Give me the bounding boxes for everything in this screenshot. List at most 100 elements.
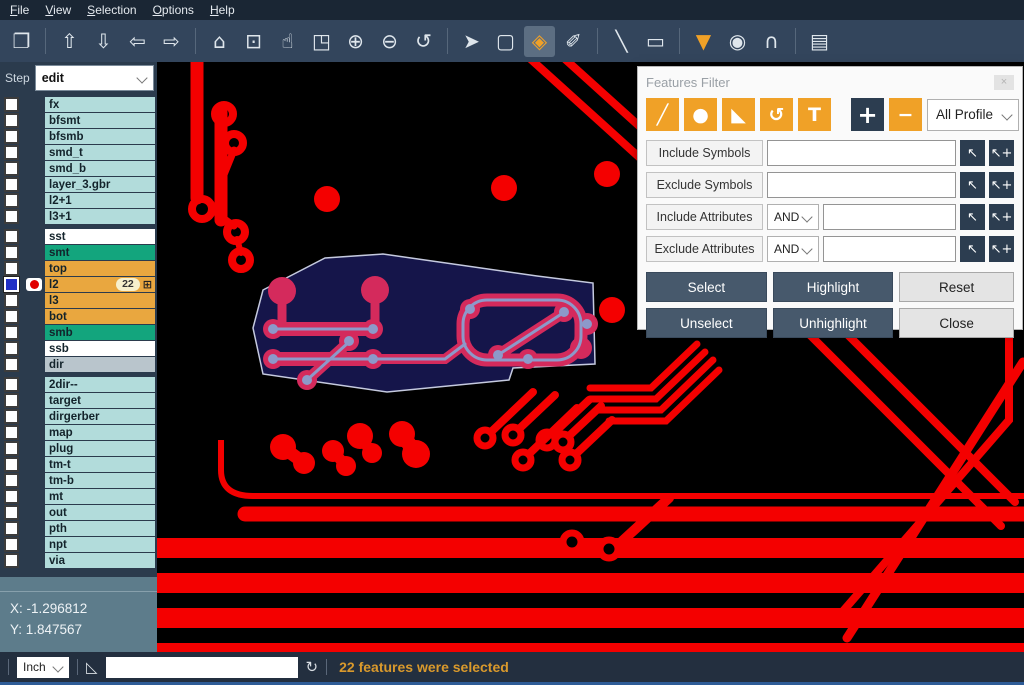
rect-select-icon[interactable]: ▢ (490, 26, 521, 57)
close-icon[interactable]: × (994, 75, 1014, 90)
layer-visibility-checkbox[interactable] (4, 537, 19, 552)
layer-label[interactable]: sst (45, 229, 155, 244)
brush-icon[interactable]: ✐ (558, 26, 589, 57)
layer-label[interactable]: tm-t (45, 457, 155, 472)
remove-filter-button[interactable]: − (889, 98, 922, 131)
pick-from-canvas-button[interactable]: ↖ (960, 236, 985, 262)
report-list-icon[interactable]: ▤ (804, 26, 835, 57)
select-button[interactable]: Select (646, 272, 767, 302)
add-filter-button[interactable]: + (851, 98, 884, 131)
layer-visibility-checkbox[interactable] (4, 425, 19, 440)
close-button[interactable]: Close (899, 308, 1014, 338)
menu-selection[interactable]: Selection (87, 3, 136, 17)
menu-help[interactable]: Help (210, 3, 235, 17)
layer-visibility-checkbox[interactable] (4, 473, 19, 488)
layer-visibility-checkbox[interactable] (4, 393, 19, 408)
layer-label[interactable]: top (45, 261, 155, 276)
layer-row-via[interactable]: via (0, 553, 157, 568)
layer-row-tm-b[interactable]: tm-b (0, 473, 157, 488)
refresh-icon[interactable]: ↻ (306, 658, 319, 676)
layer-label[interactable]: 2dir-- (45, 377, 155, 392)
zoom-in-icon[interactable]: ⊕ (340, 26, 371, 57)
layer-row-sst[interactable]: sst (0, 229, 157, 244)
pan-hand-icon[interactable]: ☝ (272, 26, 303, 57)
layer-row-plug[interactable]: plug (0, 441, 157, 456)
layer-label[interactable]: dir (45, 357, 155, 372)
layer-label[interactable]: plug (45, 441, 155, 456)
pan-down-icon[interactable]: ⇩ (88, 26, 119, 57)
include-attributes-label[interactable]: Include Attributes (646, 204, 763, 230)
pan-left-icon[interactable]: ⇦ (122, 26, 153, 57)
layer-visibility-checkbox[interactable] (4, 293, 19, 308)
layer-visibility-checkbox[interactable] (4, 357, 19, 372)
zoom-reset-icon[interactable]: ↺ (408, 26, 439, 57)
include-symbols-label[interactable]: Include Symbols (646, 140, 763, 166)
include-attributes-input[interactable] (823, 204, 956, 230)
step-select[interactable]: edit (35, 65, 154, 91)
layer-label[interactable]: target (45, 393, 155, 408)
layer-row-dirgerber[interactable]: dirgerber (0, 409, 157, 424)
exclude-symbols-input[interactable] (767, 172, 956, 198)
pick-add-from-canvas-button[interactable]: ↖+ (989, 172, 1014, 198)
layer-visibility-checkbox[interactable] (4, 341, 19, 356)
layer-visibility-checkbox[interactable] (4, 377, 19, 392)
layer-row-bot[interactable]: bot (0, 309, 157, 324)
select-cursor-icon[interactable]: ➤ (456, 26, 487, 57)
layer-row-map[interactable]: map (0, 425, 157, 440)
operator-select[interactable]: AND (767, 204, 819, 230)
layer-visibility-checkbox[interactable] (4, 129, 19, 144)
layer-row-target[interactable]: target (0, 393, 157, 408)
layer-visibility-checkbox[interactable] (4, 229, 19, 244)
layer-label[interactable]: mt (45, 489, 155, 504)
layer-visibility-checkbox[interactable] (4, 441, 19, 456)
feature-type-arc-button[interactable]: ↺ (760, 98, 793, 131)
pick-add-from-canvas-button[interactable]: ↖+ (989, 140, 1014, 166)
menu-file[interactable]: File (10, 3, 29, 17)
layer-visibility-checkbox[interactable] (4, 261, 19, 276)
layer-row-l2[interactable]: l222⊞ (0, 277, 157, 292)
home-view-icon[interactable]: ⌂ (204, 26, 235, 57)
layer-row-tm-t[interactable]: tm-t (0, 457, 157, 472)
layer-visibility-checkbox[interactable] (4, 505, 19, 520)
layer-table-icon[interactable]: ⊞ (143, 278, 152, 291)
feature-type-pad-button[interactable]: ● (684, 98, 717, 131)
net-query-icon[interactable]: ∩ (756, 26, 787, 57)
layer-visibility-checkbox[interactable] (4, 521, 19, 536)
pick-add-from-canvas-button[interactable]: ↖+ (989, 204, 1014, 230)
layer-row-smb[interactable]: smb (0, 325, 157, 340)
profile-select[interactable]: All Profile (927, 99, 1019, 131)
layer-visibility-checkbox[interactable] (4, 309, 19, 324)
layer-row-smd_t[interactable]: smd_t (0, 145, 157, 160)
eye-view-icon[interactable]: ◉ (722, 26, 753, 57)
layer-label[interactable]: dirgerber (45, 409, 155, 424)
layer-visibility-checkbox[interactable] (4, 409, 19, 424)
command-input[interactable] (106, 657, 298, 678)
menu-options[interactable]: Options (153, 3, 194, 17)
pick-from-canvas-button[interactable]: ↖ (960, 172, 985, 198)
selected-region[interactable] (253, 254, 598, 392)
layer-row-l3[interactable]: l3 (0, 293, 157, 308)
layer-label[interactable]: bot (45, 309, 155, 324)
layer-label[interactable]: npt (45, 537, 155, 552)
layer-label[interactable]: map (45, 425, 155, 440)
layer-visibility-checkbox[interactable] (4, 277, 19, 292)
layer-row-smt[interactable]: smt (0, 245, 157, 260)
measure-distance-icon[interactable]: ╲ (606, 26, 637, 57)
menu-view[interactable]: View (45, 3, 71, 17)
ruler-icon[interactable]: ▭ (640, 26, 671, 57)
zoom-window-icon[interactable]: ⊡ (238, 26, 269, 57)
layer-label[interactable]: via (45, 553, 155, 568)
layer-label[interactable]: pth (45, 521, 155, 536)
layer-visibility-checkbox[interactable] (4, 161, 19, 176)
layer-visibility-checkbox[interactable] (4, 97, 19, 112)
layer-label[interactable]: smt (45, 245, 155, 260)
unselect-button[interactable]: Unselect (646, 308, 767, 338)
layer-visibility-checkbox[interactable] (4, 177, 19, 192)
layer-row-mt[interactable]: mt (0, 489, 157, 504)
zoom-out-icon[interactable]: ⊖ (374, 26, 405, 57)
layer-row-out[interactable]: out (0, 505, 157, 520)
angle-measure-icon[interactable]: ◺ (86, 658, 98, 676)
layer-label[interactable]: bfsmt (45, 113, 155, 128)
layer-row-pth[interactable]: pth (0, 521, 157, 536)
layer-row-2dir--[interactable]: 2dir-- (0, 377, 157, 392)
